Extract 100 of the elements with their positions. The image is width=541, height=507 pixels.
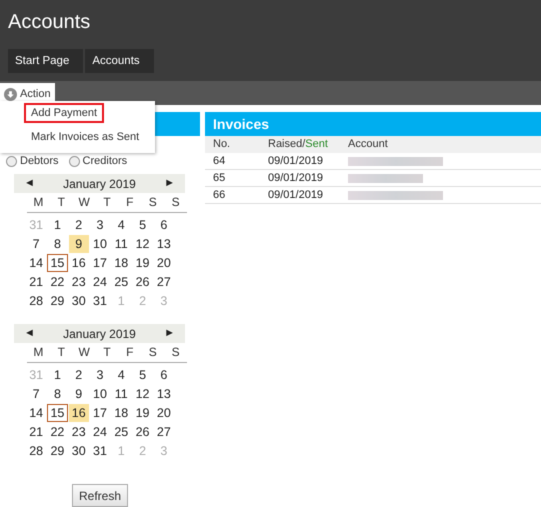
calendar-day[interactable]: 7 <box>26 385 46 403</box>
radio-option[interactable]: Creditors <box>68 154 128 168</box>
calendar-day[interactable]: 7 <box>26 235 46 253</box>
calendar-day[interactable]: 11 <box>111 235 132 253</box>
calendar-day[interactable]: 1 <box>47 366 68 384</box>
next-month-button[interactable]: ► <box>164 178 175 189</box>
calendar-day[interactable]: 15 <box>47 404 68 422</box>
table-cell-text: 09/01/2019 <box>268 171 324 186</box>
calendar-day[interactable]: 26 <box>132 423 153 441</box>
calendar-day[interactable]: 19 <box>132 404 153 422</box>
calendar-day[interactable]: 12 <box>132 385 153 403</box>
calendar-day[interactable]: 29 <box>47 292 68 310</box>
calendar-day[interactable]: 29 <box>47 442 68 460</box>
calendar-day[interactable]: 17 <box>90 404 110 422</box>
calendar-day[interactable]: 25 <box>111 423 132 441</box>
calendar-day[interactable]: 8 <box>47 235 68 253</box>
refresh-button[interactable]: Refresh <box>72 484 128 507</box>
page-title: Accounts <box>8 10 90 34</box>
calendar-day[interactable]: 2 <box>68 366 89 384</box>
month-label: January 2019 <box>63 176 136 192</box>
breadcrumb-link[interactable]: Accounts <box>85 49 154 73</box>
month-label: January 2019 <box>63 326 136 342</box>
calendar-day[interactable]: 3 <box>90 366 110 384</box>
calendar-day[interactable]: 17 <box>90 254 110 272</box>
previous-month-button[interactable]: ◄ <box>24 178 35 189</box>
table-cell-text: 66 <box>212 188 226 203</box>
weekday-label: F <box>125 195 135 210</box>
weekday-label: S <box>170 195 181 210</box>
calendar-day[interactable]: 12 <box>132 235 153 253</box>
calendar-day[interactable]: 20 <box>154 404 174 422</box>
weekday-label: T <box>102 195 112 210</box>
calendar-day[interactable]: 1 <box>47 216 68 234</box>
menu-item[interactable]: Add Payment <box>24 103 104 123</box>
calendar-day[interactable]: 5 <box>132 216 153 234</box>
calendar-day[interactable]: 2 <box>68 216 89 234</box>
calendar-day[interactable]: 10 <box>90 235 110 253</box>
table-cell-text: 09/01/2019 <box>268 188 324 203</box>
calendar-day[interactable]: 16 <box>68 254 89 272</box>
menu-item[interactable]: Mark Invoices as Sent <box>24 127 146 147</box>
calendar-day[interactable]: 13 <box>154 235 174 253</box>
panel-header: Invoices <box>205 112 541 136</box>
calendar-day[interactable]: 21 <box>26 423 46 441</box>
calendar-day[interactable]: 27 <box>154 423 174 441</box>
calendar-day[interactable]: 20 <box>154 254 174 272</box>
weekday-label: W <box>77 345 91 360</box>
table-cell-text: 09/01/2019 <box>268 154 324 169</box>
table-cell-text: 65 <box>212 171 226 186</box>
column-heading: Sent <box>305 138 328 150</box>
calendar-day[interactable]: 13 <box>154 385 174 403</box>
calendar-day[interactable]: 16 <box>68 404 89 422</box>
weekday-label: T <box>56 345 66 360</box>
calendar-day[interactable]: 3 <box>90 216 110 234</box>
calendar-day[interactable]: 28 <box>26 292 46 310</box>
calendar-day[interactable]: 31 <box>90 292 110 310</box>
calendar-day[interactable]: 18 <box>111 254 132 272</box>
calendar-day[interactable]: 24 <box>90 423 110 441</box>
calendar-day[interactable]: 5 <box>132 366 153 384</box>
calendar-day[interactable]: 19 <box>132 254 153 272</box>
weekday-label: M <box>32 345 44 360</box>
calendar-day[interactable]: 21 <box>26 273 46 291</box>
weekday-label: T <box>56 195 66 210</box>
column-heading: Account <box>348 138 388 150</box>
calendar-day[interactable]: 6 <box>154 366 174 384</box>
weekday-label: S <box>170 345 181 360</box>
calendar-day[interactable]: 25 <box>111 273 132 291</box>
calendar-day[interactable]: 10 <box>90 385 110 403</box>
weekday-label: S <box>148 195 158 210</box>
calendar-day[interactable]: 4 <box>111 366 132 384</box>
calendar-day[interactable]: 26 <box>132 273 153 291</box>
calendar-day[interactable]: 6 <box>154 216 174 234</box>
table-cell-text: 64 <box>212 154 226 169</box>
calendar-day[interactable]: 23 <box>68 423 89 441</box>
calendar-day[interactable]: 18 <box>111 404 132 422</box>
calendar-day[interactable]: 28 <box>26 442 46 460</box>
calendar-day[interactable]: 8 <box>47 385 68 403</box>
calendar-day[interactable]: 4 <box>111 216 132 234</box>
calendar-day[interactable]: 22 <box>47 273 68 291</box>
calendar-day[interactable]: 9 <box>68 385 89 403</box>
weekday-label: F <box>125 345 135 360</box>
calendar-day[interactable]: 9 <box>68 235 89 253</box>
calendar-day[interactable]: 30 <box>68 442 89 460</box>
calendar-day[interactable]: 30 <box>68 292 89 310</box>
calendar-day[interactable]: 27 <box>154 273 174 291</box>
calendar-day[interactable]: 24 <box>90 273 110 291</box>
column-heading: Raised/ <box>268 138 306 150</box>
weekday-label: S <box>148 345 158 360</box>
weekday-label: T <box>102 345 112 360</box>
radio-option[interactable]: Debtors <box>6 154 59 168</box>
calendar-day[interactable]: 14 <box>26 404 46 422</box>
next-month-button[interactable]: ► <box>164 328 175 339</box>
weekday-label: M <box>32 195 44 210</box>
calendar-day[interactable]: 31 <box>90 442 110 460</box>
calendar-day[interactable]: 23 <box>68 273 89 291</box>
calendar-day[interactable]: 22 <box>47 423 68 441</box>
calendar-day[interactable]: 15 <box>47 254 68 272</box>
calendar-day[interactable]: 14 <box>26 254 46 272</box>
calendar-day[interactable]: 11 <box>111 385 132 403</box>
previous-month-button[interactable]: ◄ <box>24 328 35 339</box>
column-heading: No. <box>213 138 230 150</box>
breadcrumb-link[interactable]: Start Page <box>8 49 84 73</box>
